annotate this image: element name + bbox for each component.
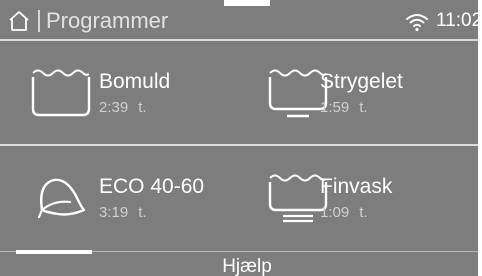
status-divider <box>38 10 40 32</box>
duration-value: 2:39 <box>99 99 129 116</box>
duration-unit: t. <box>138 99 147 116</box>
top-pull-tab[interactable] <box>224 0 270 6</box>
program-tile-bomuld[interactable]: Bomuld 2:39 t. <box>0 41 239 145</box>
washing-machine-display: Programmer 11:02 Bomuld 2:39 t. Strygelet… <box>0 0 478 276</box>
leaf-icon <box>37 178 86 219</box>
duration-unit: t. <box>359 99 368 116</box>
program-name: Bomuld <box>99 70 171 93</box>
program-tile-strygelet[interactable]: Strygelet 1:59 t. <box>239 41 478 145</box>
program-name: Strygelet <box>320 70 403 93</box>
home-icon[interactable] <box>8 10 30 32</box>
program-name: Finvask <box>320 175 393 198</box>
program-tile-eco-40-60[interactable]: ECO 40-60 3:19 t. <box>0 146 239 250</box>
help-button[interactable]: Hjælp <box>200 255 294 276</box>
program-tile-finvask[interactable]: Finvask 1:09 t. <box>239 146 478 250</box>
program-duration: 2:39 t. <box>99 99 147 117</box>
duration-value: 1:59 <box>320 99 350 116</box>
page-title: Programmer <box>46 8 169 33</box>
status-bar: Programmer 11:02 <box>0 0 478 40</box>
clock: 11:02 <box>436 10 478 31</box>
duration-unit: t. <box>138 204 147 221</box>
program-duration: 1:59 t. <box>320 99 368 117</box>
wifi-icon <box>406 14 428 32</box>
page-indicator <box>16 250 92 254</box>
duration-unit: t. <box>359 204 368 221</box>
tub-icon <box>31 69 91 117</box>
program-duration: 1:09 t. <box>320 204 368 222</box>
program-name: ECO 40-60 <box>99 175 205 198</box>
duration-value: 3:19 <box>99 204 129 221</box>
program-duration: 3:19 t. <box>99 204 147 222</box>
duration-value: 1:09 <box>320 204 350 221</box>
